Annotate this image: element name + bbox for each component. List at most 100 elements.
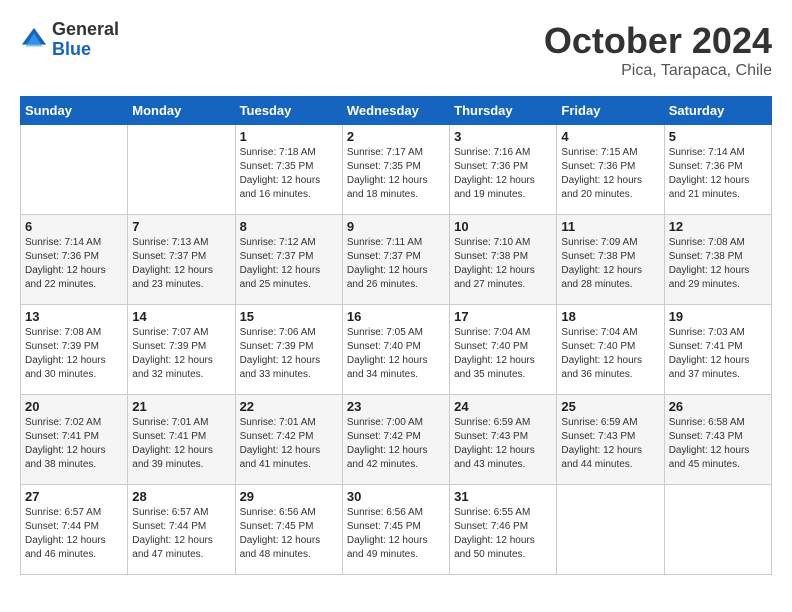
day-number: 5	[669, 129, 767, 144]
day-number: 6	[25, 219, 123, 234]
calendar-cell: 29Sunrise: 6:56 AMSunset: 7:45 PMDayligh…	[235, 485, 342, 575]
calendar-cell: 21 Sunrise: 7:01 AMSunset: 7:41 PMDayligh…	[128, 395, 235, 485]
calendar-week-4: 20 Sunrise: 7:02 AMSunset: 7:41 PMDayligh…	[21, 395, 772, 485]
calendar-cell: 30Sunrise: 6:56 AMSunset: 7:45 PMDayligh…	[342, 485, 449, 575]
calendar-week-5: 27 Sunrise: 6:57 AMSunset: 7:44 PMDayligh…	[21, 485, 772, 575]
weekday-header-sunday: Sunday	[21, 97, 128, 125]
day-number: 12	[669, 219, 767, 234]
day-info: Sunrise: 6:59 AMSunset: 7:43 PMDaylight:…	[454, 416, 552, 472]
weekday-header-monday: Monday	[128, 97, 235, 125]
calendar-week-2: 6 Sunrise: 7:14 AMSunset: 7:36 PMDaylight…	[21, 215, 772, 305]
day-info: Sunrise: 7:02 AMSunset: 7:41 PMDaylight:…	[25, 416, 123, 472]
calendar-cell: 16Sunrise: 7:05 AMSunset: 7:40 PMDayligh…	[342, 305, 449, 395]
day-number: 19	[669, 309, 767, 324]
day-info: Sunrise: 7:00 AMSunset: 7:42 PMDaylight:…	[347, 416, 445, 472]
day-info: Sunrise: 6:57 AMSunset: 7:44 PMDaylight:…	[25, 506, 123, 562]
calendar-cell: 12 Sunrise: 7:08 AMSunset: 7:38 PMDayligh…	[664, 215, 771, 305]
day-info: Sunrise: 6:57 AMSunset: 7:44 PMDaylight:…	[132, 506, 230, 562]
calendar-cell: 25Sunrise: 6:59 AMSunset: 7:43 PMDayligh…	[557, 395, 664, 485]
logo-icon	[20, 26, 48, 54]
day-info: Sunrise: 7:12 AMSunset: 7:37 PMDaylight:…	[240, 236, 338, 292]
calendar-cell: 18 Sunrise: 7:04 AMSunset: 7:40 PMDayligh…	[557, 305, 664, 395]
calendar-table: SundayMondayTuesdayWednesdayThursdayFrid…	[20, 96, 772, 575]
weekday-header-friday: Friday	[557, 97, 664, 125]
day-number: 22	[240, 399, 338, 414]
calendar-cell: 3Sunrise: 7:16 AMSunset: 7:36 PMDaylight…	[450, 125, 557, 215]
calendar-cell: 5 Sunrise: 7:14 AMSunset: 7:36 PMDaylight…	[664, 125, 771, 215]
day-info: Sunrise: 7:09 AMSunset: 7:38 PMDaylight:…	[561, 236, 659, 292]
day-number: 10	[454, 219, 552, 234]
calendar-cell: 9 Sunrise: 7:11 AMSunset: 7:37 PMDaylight…	[342, 215, 449, 305]
calendar-cell	[664, 485, 771, 575]
day-number: 9	[347, 219, 445, 234]
day-info: Sunrise: 7:06 AMSunset: 7:39 PMDaylight:…	[240, 326, 338, 382]
calendar-cell	[557, 485, 664, 575]
day-number: 1	[240, 129, 338, 144]
logo-text: General Blue	[52, 20, 119, 60]
day-number: 27	[25, 489, 123, 504]
weekday-header-wednesday: Wednesday	[342, 97, 449, 125]
title-block: October 2024 Pica, Tarapaca, Chile	[544, 20, 772, 80]
day-number: 11	[561, 219, 659, 234]
calendar-cell: 22 Sunrise: 7:01 AMSunset: 7:42 PMDayligh…	[235, 395, 342, 485]
day-info: Sunrise: 7:04 AMSunset: 7:40 PMDaylight:…	[561, 326, 659, 382]
calendar-cell: 14Sunrise: 7:07 AMSunset: 7:39 PMDayligh…	[128, 305, 235, 395]
day-number: 18	[561, 309, 659, 324]
month-title: October 2024	[544, 20, 772, 62]
calendar-cell: 13Sunrise: 7:08 AMSunset: 7:39 PMDayligh…	[21, 305, 128, 395]
weekday-header-thursday: Thursday	[450, 97, 557, 125]
day-info: Sunrise: 7:10 AMSunset: 7:38 PMDaylight:…	[454, 236, 552, 292]
calendar-cell	[21, 125, 128, 215]
day-number: 24	[454, 399, 552, 414]
calendar-cell: 10 Sunrise: 7:10 AMSunset: 7:38 PMDayligh…	[450, 215, 557, 305]
calendar-cell: 23Sunrise: 7:00 AMSunset: 7:42 PMDayligh…	[342, 395, 449, 485]
calendar-cell: 6 Sunrise: 7:14 AMSunset: 7:36 PMDaylight…	[21, 215, 128, 305]
calendar-cell: 28 Sunrise: 6:57 AMSunset: 7:44 PMDayligh…	[128, 485, 235, 575]
calendar-cell	[128, 125, 235, 215]
day-number: 26	[669, 399, 767, 414]
calendar-cell: 20 Sunrise: 7:02 AMSunset: 7:41 PMDayligh…	[21, 395, 128, 485]
day-number: 21	[132, 399, 230, 414]
day-info: Sunrise: 6:58 AMSunset: 7:43 PMDaylight:…	[669, 416, 767, 472]
day-number: 4	[561, 129, 659, 144]
day-info: Sunrise: 7:14 AMSunset: 7:36 PMDaylight:…	[669, 146, 767, 202]
day-info: Sunrise: 7:18 AMSunset: 7:35 PMDaylight:…	[240, 146, 338, 202]
day-number: 14	[132, 309, 230, 324]
calendar-cell: 17Sunrise: 7:04 AMSunset: 7:40 PMDayligh…	[450, 305, 557, 395]
day-number: 8	[240, 219, 338, 234]
day-number: 31	[454, 489, 552, 504]
calendar-cell: 26 Sunrise: 6:58 AMSunset: 7:43 PMDayligh…	[664, 395, 771, 485]
day-number: 28	[132, 489, 230, 504]
page-header: General Blue October 2024 Pica, Tarapaca…	[20, 20, 772, 80]
calendar-cell: 2Sunrise: 7:17 AMSunset: 7:35 PMDaylight…	[342, 125, 449, 215]
day-info: Sunrise: 7:15 AMSunset: 7:36 PMDaylight:…	[561, 146, 659, 202]
day-number: 30	[347, 489, 445, 504]
day-info: Sunrise: 7:11 AMSunset: 7:37 PMDaylight:…	[347, 236, 445, 292]
calendar-cell: 1 Sunrise: 7:18 AMSunset: 7:35 PMDaylight…	[235, 125, 342, 215]
day-number: 15	[240, 309, 338, 324]
day-info: Sunrise: 7:01 AMSunset: 7:41 PMDaylight:…	[132, 416, 230, 472]
location-subtitle: Pica, Tarapaca, Chile	[544, 62, 772, 80]
day-info: Sunrise: 7:04 AMSunset: 7:40 PMDaylight:…	[454, 326, 552, 382]
calendar-cell: 19Sunrise: 7:03 AMSunset: 7:41 PMDayligh…	[664, 305, 771, 395]
logo: General Blue	[20, 20, 119, 60]
weekday-header-tuesday: Tuesday	[235, 97, 342, 125]
day-info: Sunrise: 7:14 AMSunset: 7:36 PMDaylight:…	[25, 236, 123, 292]
calendar-cell: 4 Sunrise: 7:15 AMSunset: 7:36 PMDaylight…	[557, 125, 664, 215]
day-info: Sunrise: 7:08 AMSunset: 7:38 PMDaylight:…	[669, 236, 767, 292]
weekday-header-row: SundayMondayTuesdayWednesdayThursdayFrid…	[21, 97, 772, 125]
calendar-cell: 31 Sunrise: 6:55 AMSunset: 7:46 PMDayligh…	[450, 485, 557, 575]
day-number: 7	[132, 219, 230, 234]
day-info: Sunrise: 7:01 AMSunset: 7:42 PMDaylight:…	[240, 416, 338, 472]
calendar-cell: 8 Sunrise: 7:12 AMSunset: 7:37 PMDaylight…	[235, 215, 342, 305]
calendar-cell: 11 Sunrise: 7:09 AMSunset: 7:38 PMDayligh…	[557, 215, 664, 305]
day-number: 20	[25, 399, 123, 414]
day-info: Sunrise: 7:17 AMSunset: 7:35 PMDaylight:…	[347, 146, 445, 202]
logo-general: General	[52, 20, 119, 40]
day-number: 29	[240, 489, 338, 504]
calendar-cell: 7Sunrise: 7:13 AMSunset: 7:37 PMDaylight…	[128, 215, 235, 305]
day-number: 16	[347, 309, 445, 324]
day-number: 13	[25, 309, 123, 324]
day-info: Sunrise: 6:55 AMSunset: 7:46 PMDaylight:…	[454, 506, 552, 562]
day-info: Sunrise: 7:16 AMSunset: 7:36 PMDaylight:…	[454, 146, 552, 202]
